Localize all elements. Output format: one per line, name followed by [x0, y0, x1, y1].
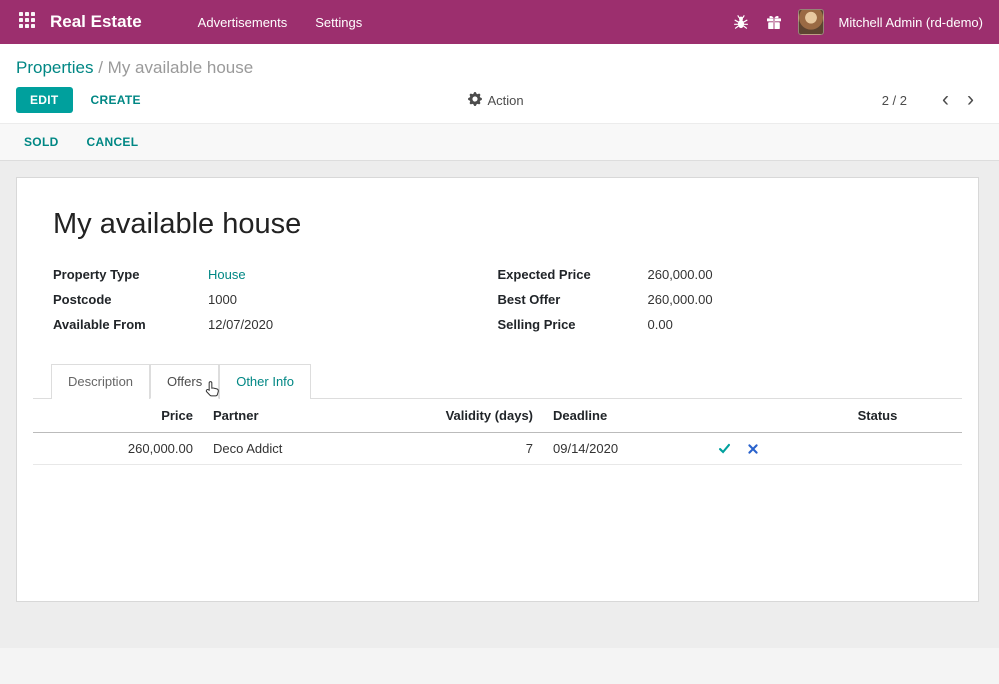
breadcrumb: Properties / My available house	[0, 44, 999, 82]
user-menu[interactable]: Mitchell Admin (rd-demo)	[839, 15, 984, 30]
pager-next-button[interactable]: ›	[958, 92, 983, 108]
field-label: Selling Price	[498, 317, 648, 332]
sold-button[interactable]: SOLD	[24, 135, 59, 149]
main-menus: Advertisements Settings	[198, 15, 363, 30]
field-label: Postcode	[53, 292, 208, 307]
offers-table-header: Price Partner Validity (days) Deadline S…	[33, 399, 962, 433]
notebook: Description Offers Other Info Price Part…	[33, 364, 962, 465]
offer-price: 260,000.00	[33, 433, 193, 464]
col-header-deadline: Deadline	[533, 399, 683, 432]
col-header-partner: Partner	[193, 399, 343, 432]
best-offer-value: 260,000.00	[648, 292, 713, 307]
field-label: Best Offer	[498, 292, 648, 307]
app-title[interactable]: Real Estate	[50, 12, 142, 32]
form-sheet: My available house Property Type House P…	[16, 177, 979, 602]
field-group-left: Property Type House Postcode 1000 Availa…	[53, 267, 498, 342]
accept-offer-button[interactable]	[718, 442, 731, 455]
pager-value[interactable]: 2 / 2	[882, 93, 907, 108]
edit-button[interactable]: EDIT	[16, 87, 73, 113]
avatar[interactable]	[798, 9, 824, 35]
create-button[interactable]: CREATE	[91, 93, 141, 107]
tab-other-info[interactable]: Other Info	[219, 364, 311, 399]
action-menu-button[interactable]: Action	[467, 92, 523, 109]
offer-partner: Deco Addict	[193, 433, 343, 464]
offer-row[interactable]: 260,000.00 Deco Addict 7 09/14/2020	[33, 433, 962, 465]
odoo-app: Real Estate Advertisements Settings	[0, 0, 999, 684]
breadcrumb-parent-link[interactable]: Properties	[16, 58, 93, 77]
col-header-validity: Validity (days)	[343, 399, 533, 432]
record-title: My available house	[53, 208, 942, 241]
tab-description[interactable]: Description	[51, 364, 150, 399]
property-type-link[interactable]: House	[208, 267, 246, 282]
action-menu-label: Action	[487, 93, 523, 108]
field-postcode: Postcode 1000	[53, 292, 498, 307]
control-panel: EDIT CREATE Action 2 / 2 ‹ ›	[0, 82, 999, 123]
offer-deadline: 09/14/2020	[533, 433, 683, 464]
refuse-offer-button[interactable]	[747, 443, 759, 455]
offer-status	[793, 441, 962, 457]
field-label: Expected Price	[498, 267, 648, 282]
field-best-offer: Best Offer 260,000.00	[498, 292, 943, 307]
bug-icon[interactable]	[732, 13, 750, 31]
field-label: Available From	[53, 317, 208, 332]
gear-icon	[467, 92, 481, 109]
expected-price-value: 260,000.00	[648, 267, 713, 282]
offer-validity: 7	[343, 433, 533, 464]
pager: 2 / 2 ‹ ›	[882, 92, 983, 108]
gift-icon[interactable]	[765, 13, 783, 31]
offers-table: Price Partner Validity (days) Deadline S…	[33, 399, 962, 465]
menu-settings[interactable]: Settings	[315, 15, 362, 30]
check-icon	[718, 443, 731, 458]
cancel-button[interactable]: CANCEL	[87, 135, 139, 149]
notebook-tabs: Description Offers Other Info	[33, 364, 962, 399]
tab-offers[interactable]: Offers	[150, 364, 219, 399]
col-header-status: Status	[793, 399, 962, 432]
offer-actions	[683, 434, 793, 463]
field-label: Property Type	[53, 267, 208, 282]
postcode-value: 1000	[208, 292, 237, 307]
times-icon	[747, 443, 759, 458]
field-available-from: Available From 12/07/2020	[53, 317, 498, 332]
col-header-price: Price	[33, 399, 193, 432]
field-group-right: Expected Price 260,000.00 Best Offer 260…	[498, 267, 943, 342]
top-navbar: Real Estate Advertisements Settings	[0, 0, 999, 44]
menu-advertisements[interactable]: Advertisements	[198, 15, 288, 30]
field-property-type: Property Type House	[53, 267, 498, 282]
apps-menu-button[interactable]	[16, 11, 38, 33]
breadcrumb-separator: /	[98, 58, 107, 77]
pager-previous-button[interactable]: ‹	[933, 92, 958, 108]
field-groups: Property Type House Postcode 1000 Availa…	[17, 267, 978, 342]
form-view: My available house Property Type House P…	[0, 161, 999, 648]
field-expected-price: Expected Price 260,000.00	[498, 267, 943, 282]
navbar-systray: Mitchell Admin (rd-demo)	[732, 9, 984, 35]
selling-price-value: 0.00	[648, 317, 673, 332]
field-selling-price: Selling Price 0.00	[498, 317, 943, 332]
form-statusbar: SOLD CANCEL	[0, 123, 999, 161]
available-from-value: 12/07/2020	[208, 317, 273, 332]
apps-grid-icon	[18, 11, 36, 34]
col-header-actions	[683, 407, 793, 425]
breadcrumb-current: My available house	[108, 58, 254, 77]
